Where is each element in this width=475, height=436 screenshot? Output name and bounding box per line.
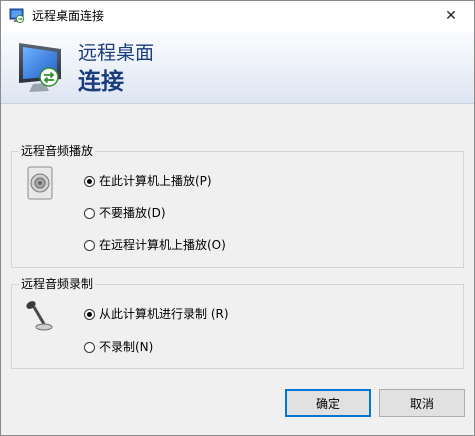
radio-label: 不要播放(D)	[99, 206, 166, 220]
speaker-icon	[27, 166, 53, 200]
title-bar: 远程桌面连接 ✕	[1, 1, 474, 31]
radio-button[interactable]	[84, 207, 95, 219]
remote-desktop-monitor-icon	[19, 43, 61, 92]
radio-record-from-this-computer[interactable]: 从此计算机进行录制 (R)	[84, 307, 229, 321]
radio-button[interactable]	[84, 239, 95, 251]
audio-playback-group-title: 远程音频播放	[19, 144, 96, 159]
radio-button-selected[interactable]	[84, 175, 95, 187]
radio-play-on-remote-computer[interactable]: 在远程计算机上播放(O)	[84, 238, 226, 252]
audio-recording-group: 远程音频录制 从此计算机进行录制 (R) 不录制(N)	[11, 277, 464, 369]
radio-label: 在远程计算机上播放(O)	[99, 238, 226, 252]
radio-label: 从此计算机进行录制 (R)	[99, 307, 229, 321]
radio-do-not-play[interactable]: 不要播放(D)	[84, 206, 166, 220]
window-title: 远程桌面连接	[32, 9, 105, 23]
cancel-button[interactable]: 取消	[379, 389, 465, 417]
radio-play-on-this-computer[interactable]: 在此计算机上播放(P)	[84, 174, 212, 188]
banner: 远程桌面 连接	[1, 31, 474, 104]
remote-desktop-dialog: 远程桌面连接 ✕ 远程桌面 连接 远程音频播放 在此计算机上播放(P) 不要播放…	[0, 0, 475, 436]
audio-recording-group-title: 远程音频录制	[19, 277, 96, 292]
banner-title-line2: 连接	[78, 69, 124, 95]
radio-label: 在此计算机上播放(P)	[99, 174, 212, 188]
ok-button[interactable]: 确定	[285, 389, 371, 417]
banner-title-line1: 远程桌面	[78, 42, 155, 64]
radio-button[interactable]	[84, 341, 95, 353]
remote-desktop-icon	[9, 8, 25, 24]
microphone-icon	[26, 301, 53, 331]
audio-playback-group: 远程音频播放 在此计算机上播放(P) 不要播放(D) 在远程计算机上播放(O)	[11, 144, 464, 268]
radio-button-selected[interactable]	[84, 308, 95, 320]
radio-do-not-record[interactable]: 不录制(N)	[84, 340, 153, 354]
close-button[interactable]: ✕	[428, 1, 474, 31]
close-icon: ✕	[445, 8, 457, 24]
radio-label: 不录制(N)	[99, 340, 154, 354]
